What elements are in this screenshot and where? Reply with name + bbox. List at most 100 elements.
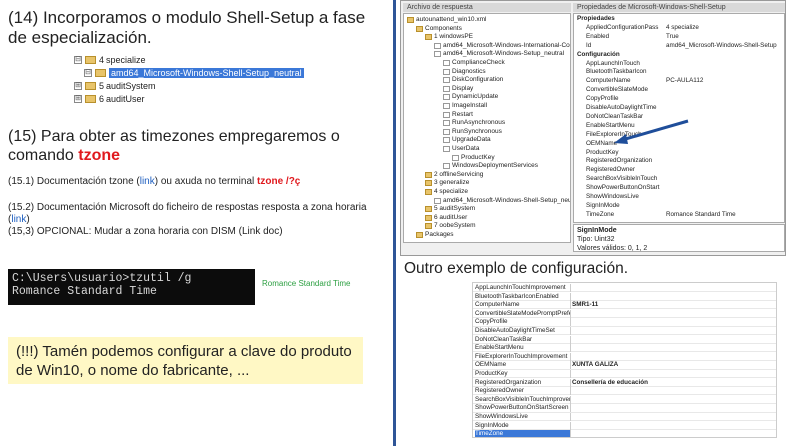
table-row[interactable]: ProductKey [473, 370, 776, 379]
property-row[interactable]: DisableAutoDaylightTime [574, 104, 784, 112]
answer-tree-item[interactable]: Display [443, 85, 473, 93]
answer-tree-item[interactable]: amd64_Microsoft-Windows-International-Co… [434, 42, 570, 50]
property-row[interactable]: ShowWindowsLive [574, 193, 784, 201]
property-row[interactable]: SignInMode [574, 202, 784, 210]
expand-icon[interactable]: ⊟ [74, 55, 82, 64]
config-table[interactable]: AppLaunchInTouchImprovement BluetoothTask… [472, 282, 777, 438]
table-row[interactable]: ShowPowerButtonOnStartScreen [473, 404, 776, 413]
answer-tree-item[interactable]: UserData [443, 145, 479, 153]
tree-item[interactable]: ⊟ amd64_Microsoft-Windows-Shell-Setup_neu… [84, 67, 304, 78]
table-row[interactable]: RegisteredOwner [473, 387, 776, 396]
heading-15: (15) Para obter as timezones empregaremo… [8, 127, 383, 165]
answer-tree-item[interactable]: 3 generalize [425, 179, 469, 187]
answer-tree-item[interactable]: 7 oobeSystem [425, 222, 476, 230]
property-row[interactable]: AppliedConfigurationPass 4 specialize [574, 24, 784, 32]
answer-tree-label: ComplianceCheck [452, 59, 505, 66]
microsoft-doc-link[interactable]: link [11, 214, 26, 225]
answer-tree-item[interactable]: Packages [416, 231, 454, 239]
answer-tree-item[interactable]: 4 specialize [425, 188, 468, 196]
property-row[interactable]: AppLaunchInTouch [574, 60, 784, 68]
answer-tree-item[interactable]: RunSynchronous [443, 128, 502, 136]
property-row[interactable]: CopyProfile [574, 95, 784, 103]
table-row[interactable]: DoNotCleanTaskBar [473, 335, 776, 344]
table-row[interactable]: ShowWindowsLive [473, 413, 776, 422]
property-row[interactable]: BluetoothTaskbarIcon [574, 68, 784, 76]
setting-value[interactable]: SMR1-11 [572, 301, 598, 309]
table-row[interactable]: FileExplorerInTouchImprovement [473, 352, 776, 362]
table-row[interactable]: DisableAutoDaylightTimeSet [473, 327, 776, 336]
tzone-doc-link[interactable]: link [140, 176, 155, 187]
answer-tree-item[interactable]: Restart [443, 111, 473, 119]
table-row[interactable]: BluetoothTaskbarIconEnabled [473, 292, 776, 301]
answer-tree-item[interactable]: RunAsynchronous [443, 119, 505, 127]
table-row[interactable]: SignInMode [473, 421, 776, 430]
component-icon [443, 120, 450, 127]
answer-tree-item[interactable]: DiskConfiguration [443, 76, 503, 84]
tree-item-label: amd64_Microsoft-Windows-Shell-Setup_neut… [109, 67, 304, 78]
heading-14: (14) Incorporamos o modulo Shell-Setup a… [8, 8, 366, 47]
property-description: SignInMode Tipo: Uint32 Valores válidos:… [573, 224, 785, 252]
properties-pane-title: Propiedades de Microsoft-Windows-Shell-S… [573, 3, 785, 12]
property-row[interactable]: ComputerName PC-AULA112 [574, 77, 784, 85]
tree-item[interactable]: ⊟ 4 specialize [74, 54, 146, 65]
answer-tree-item[interactable]: 6 auditUser [425, 214, 467, 222]
property-row[interactable]: RegisteredOrganization [574, 157, 784, 165]
expand-icon[interactable]: ⊞ [74, 94, 82, 103]
setting-value[interactable]: Consellería de educación [572, 379, 648, 387]
property-value[interactable]: amd64_Microsoft-Windows-Shell-Setup [666, 42, 777, 50]
answer-tree-item[interactable]: DynamicUpdate [443, 93, 498, 101]
property-value[interactable]: Romance Standard Time [666, 211, 736, 219]
property-value[interactable]: PC-AULA112 [666, 77, 703, 85]
answer-tree-item[interactable]: WindowsDeploymentServices [443, 162, 538, 170]
arrow-icon [614, 119, 689, 144]
answer-tree-item[interactable]: amd64_Microsoft-Windows-Setup_neutral [434, 50, 564, 58]
answer-tree-item[interactable]: UpgradeData [443, 136, 491, 144]
expand-icon[interactable]: ⊞ [74, 81, 82, 90]
property-row[interactable]: RegisteredOwner [574, 166, 784, 174]
answer-tree-item[interactable]: ImageInstall [443, 102, 487, 110]
component-icon [434, 197, 441, 204]
table-row[interactable]: OEMName XUNTA GALIZA [473, 361, 776, 370]
property-row[interactable]: Enabled True [574, 33, 784, 41]
answer-tree-item[interactable]: autounattend_win10.xml [407, 16, 486, 24]
answer-tree-item[interactable]: 1 windowsPE [425, 33, 473, 41]
property-row[interactable]: ProductKey [574, 149, 784, 157]
property-value[interactable]: 4 specialize [666, 24, 699, 32]
answer-file-tree[interactable]: autounattend_win10.xml Components 1 window… [403, 13, 571, 243]
answer-tree-item[interactable]: 2 offlineServicing [425, 171, 483, 179]
property-value[interactable]: True [666, 33, 679, 41]
tree-item[interactable]: ⊞ 5 auditSystem [74, 80, 156, 91]
tree-item-number: 4 [99, 54, 105, 65]
answer-tree-item[interactable]: ComplianceCheck [443, 59, 505, 67]
expand-icon[interactable]: ⊟ [84, 68, 92, 77]
property-row[interactable]: SearchBoxVisibleInTouch [574, 175, 784, 183]
table-row[interactable]: AppLaunchInTouchImprovement [473, 284, 776, 293]
table-row[interactable]: RegisteredOrganization Consellería de edu… [473, 378, 776, 387]
answer-tree-item[interactable]: amd64_Microsoft-Windows-Shell-Setup_neut… [434, 197, 570, 205]
property-row[interactable]: ConvertibleSlateMode [574, 86, 784, 94]
tzone-keyword: tzone [78, 147, 121, 164]
answer-tree-item[interactable]: Diagnostics [443, 68, 486, 76]
table-row[interactable]: EnableStartMenu [473, 344, 776, 353]
setting-name: OEMName [475, 361, 507, 369]
table-row[interactable]: ConvertibleSlateModePromptPreference [473, 309, 776, 319]
tree-item[interactable]: ⊞ 6 auditUser [74, 93, 145, 104]
tree-snippet: ⊟ 4 specialize ⊟ amd64_Microsoft-Windows-She… [58, 52, 304, 108]
table-row[interactable]: ComputerName SMR1-11 [473, 301, 776, 310]
answer-tree-item[interactable]: Components [416, 25, 462, 33]
answer-tree-item[interactable]: ProductKey [452, 154, 495, 162]
answer-tree-label: WindowsDeploymentServices [452, 162, 538, 170]
table-row[interactable]: CopyProfile [473, 318, 776, 327]
folder-icon [407, 17, 414, 23]
property-row[interactable]: ShowPowerButtonOnStart [574, 184, 784, 192]
column-separator [570, 387, 571, 396]
column-separator [570, 292, 571, 301]
table-row[interactable]: TimeZone [473, 430, 776, 437]
setting-value[interactable]: XUNTA GALIZA [572, 361, 618, 369]
table-row[interactable]: SearchBoxVisibleInTouchImprovement [473, 395, 776, 405]
column-separator [570, 318, 571, 327]
answer-tree-label: Diagnostics [452, 67, 486, 75]
answer-tree-item[interactable]: 5 auditSystem [425, 205, 475, 213]
property-row[interactable]: Id amd64_Microsoft-Windows-Shell-Setup [574, 42, 784, 50]
property-row[interactable]: TimeZone Romance Standard Time [574, 211, 784, 219]
